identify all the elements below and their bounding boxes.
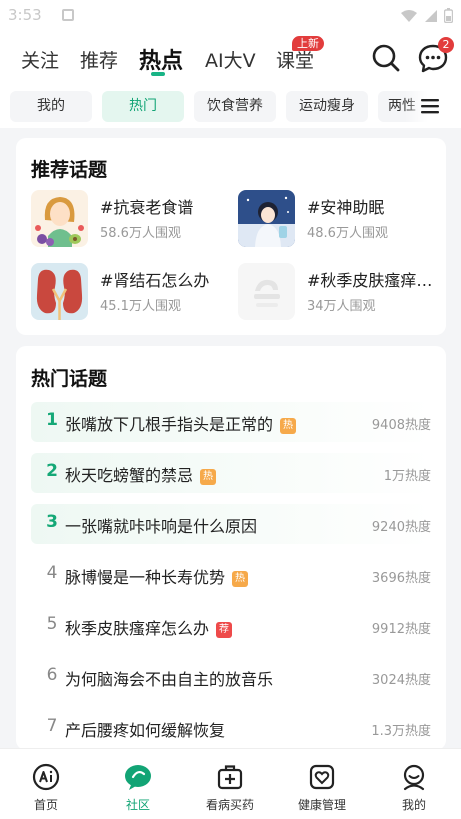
hot-topic-text: 秋季皮肤瘙痒怎么办 xyxy=(65,619,210,638)
ai-home-icon xyxy=(32,763,60,791)
active-tab-indicator xyxy=(151,72,165,76)
hot-rank: 4 xyxy=(46,563,58,583)
signal-icon xyxy=(425,9,437,22)
hot-rank: 1 xyxy=(46,410,58,430)
topic-name: #安神助眠 xyxy=(307,198,385,217)
hot-tag: 热 xyxy=(200,469,217,485)
nav-label: 社区 xyxy=(125,798,150,812)
hot-topic-row[interactable]: 2 秋天吃螃蟹的禁忌热 1万热度 xyxy=(31,453,431,493)
status-icons xyxy=(400,8,453,23)
hot-topic-row[interactable]: 6 为何脑海会不由自主的放音乐 3024热度 xyxy=(31,657,431,697)
hot-topic-row[interactable]: 5 秋季皮肤瘙痒怎么办荐 9912热度 xyxy=(31,606,431,646)
chip-fitness[interactable]: 运动瘦身 xyxy=(286,91,368,122)
topic-name: #秋季皮肤瘙痒怎么办 xyxy=(307,271,435,290)
hot-topic-title: 秋季皮肤瘙痒怎么办荐 xyxy=(65,615,233,639)
hot-heat: 3024热度 xyxy=(371,673,431,688)
hot-topic-title: 脉博慢是一种长寿优势热 xyxy=(65,564,249,588)
hot-topic-text: 张嘴放下几根手指头是正常的 xyxy=(65,415,274,434)
nav-label: 健康管理 xyxy=(297,798,346,812)
hot-heat: 1万热度 xyxy=(383,469,431,484)
tab-follow[interactable]: 关注 xyxy=(21,46,59,73)
hot-heat: 1.3万热度 xyxy=(371,724,431,739)
hot-topic-row[interactable]: 3 一张嘴就咔咔响是什么原因 9240热度 xyxy=(31,504,431,544)
hot-rank: 7 xyxy=(46,716,58,736)
hot-rank: 5 xyxy=(46,614,58,634)
medicine-box-icon xyxy=(217,765,243,790)
hot-heat: 9408热度 xyxy=(371,418,431,433)
hot-topic-text: 一张嘴就咔咔响是什么原因 xyxy=(65,517,258,536)
recommended-topic[interactable]: #抗衰老食谱 58.6万人围观 xyxy=(31,190,231,248)
hot-tag: 热 xyxy=(232,571,249,587)
menu-icon[interactable] xyxy=(421,98,439,114)
chip-mine[interactable]: 我的 xyxy=(10,91,92,122)
hot-topic-row[interactable]: 1 张嘴放下几根手指头是正常的热 9408热度 xyxy=(31,402,431,442)
hot-topic-title: 张嘴放下几根手指头是正常的热 xyxy=(65,411,297,435)
hot-rank: 3 xyxy=(46,512,58,532)
chip-diet[interactable]: 饮食营养 xyxy=(194,91,276,122)
nav-home[interactable]: 首页 xyxy=(0,763,92,813)
topic-thumbnail-kidney xyxy=(31,263,88,320)
nav-label: 首页 xyxy=(33,798,58,812)
recommend-tag: 荐 xyxy=(216,622,233,638)
tab-recommend[interactable]: 推荐 xyxy=(80,46,118,73)
recommended-topic[interactable]: #安神助眠 48.6万人围观 xyxy=(238,190,438,248)
profile-icon xyxy=(403,764,425,791)
topic-name: #抗衰老食谱 xyxy=(100,198,194,217)
status-bar: 3:53 xyxy=(0,0,461,32)
nav-community[interactable]: 社区 xyxy=(92,763,184,813)
hot-topics-card: 热门话题 1 张嘴放下几根手指头是正常的热 9408热度 2 秋天吃螃蟹的禁忌热… xyxy=(16,346,446,750)
hot-topic-title: 一张嘴就咔咔响是什么原因 xyxy=(65,513,257,537)
topic-name: #肾结石怎么办 xyxy=(100,271,210,290)
health-heart-icon xyxy=(309,764,335,790)
hot-topic-text: 产后腰疼如何缓解恢复 xyxy=(65,721,226,740)
hot-topic-text: 秋天吃螃蟹的禁忌 xyxy=(65,466,194,485)
bottom-navigation: 首页 社区 看病买药 健康管理 我的 xyxy=(0,748,461,819)
hot-rank: 6 xyxy=(46,665,58,685)
topic-views: 34万人围观 xyxy=(307,299,376,314)
hot-tag: 热 xyxy=(280,418,297,434)
hot-topic-title: 产后腰疼如何缓解恢复 xyxy=(65,717,225,741)
hot-topic-text: 为何脑海会不由自主的放音乐 xyxy=(65,670,274,689)
tab-hot[interactable]: 热点 xyxy=(139,43,183,75)
nav-label: 看病买药 xyxy=(205,798,254,812)
topic-thumbnail-placeholder xyxy=(238,263,295,320)
topic-views: 45.1万人围观 xyxy=(100,299,181,314)
new-badge: 上新 xyxy=(292,36,324,51)
hot-heat: 9912热度 xyxy=(371,622,431,637)
category-chip-bar: 我的 热门 饮食营养 运动瘦身 两性 xyxy=(0,86,461,128)
hot-topic-title: 秋天吃螃蟹的禁忌热 xyxy=(65,462,217,486)
nav-profile[interactable]: 我的 xyxy=(368,763,460,813)
topic-views: 48.6万人围观 xyxy=(307,226,388,241)
hot-topic-title: 为何脑海会不由自主的放音乐 xyxy=(65,666,273,690)
nav-health[interactable]: 健康管理 xyxy=(276,763,368,813)
battery-icon xyxy=(444,8,453,23)
tab-ai-influencer[interactable]: AI大V xyxy=(205,46,256,73)
topic-views: 58.6万人围观 xyxy=(100,226,181,241)
hot-topic-row[interactable]: 7 产后腰疼如何缓解恢复 1.3万热度 xyxy=(31,708,431,748)
search-icon[interactable] xyxy=(370,42,402,74)
community-icon xyxy=(125,765,151,790)
hot-topic-row[interactable]: 4 脉博慢是一种长寿优势热 3696热度 xyxy=(31,555,431,595)
chip-popular[interactable]: 热门 xyxy=(102,91,184,122)
nav-label: 我的 xyxy=(401,798,426,812)
status-time: 3:53 xyxy=(8,6,42,24)
notification-icon xyxy=(62,9,74,21)
hot-heat: 9240热度 xyxy=(371,520,431,535)
top-tab-bar: 关注 推荐 热点 AI大V 课堂 上新 2 xyxy=(0,32,461,86)
topic-thumbnail-sleep xyxy=(238,190,295,247)
recommended-title: 推荐话题 xyxy=(31,159,108,181)
message-count-badge: 2 xyxy=(438,37,454,53)
hot-topics-title: 热门话题 xyxy=(31,368,108,390)
hot-topic-text: 脉博慢是一种长寿优势 xyxy=(65,568,226,587)
topic-thumbnail-anti-aging xyxy=(31,190,88,247)
wifi-icon xyxy=(401,9,417,22)
nav-medicine[interactable]: 看病买药 xyxy=(184,763,276,813)
recommended-topics-card: 推荐话题 #抗衰老食谱 58.6万人围观 #安神助眠 48.6万人围观 #肾结石… xyxy=(16,138,446,335)
recommended-topic[interactable]: #秋季皮肤瘙痒怎么办 34万人围观 xyxy=(238,263,438,321)
recommended-topic[interactable]: #肾结石怎么办 45.1万人围观 xyxy=(31,263,231,321)
hot-rank: 2 xyxy=(46,461,58,481)
hot-heat: 3696热度 xyxy=(371,571,431,586)
